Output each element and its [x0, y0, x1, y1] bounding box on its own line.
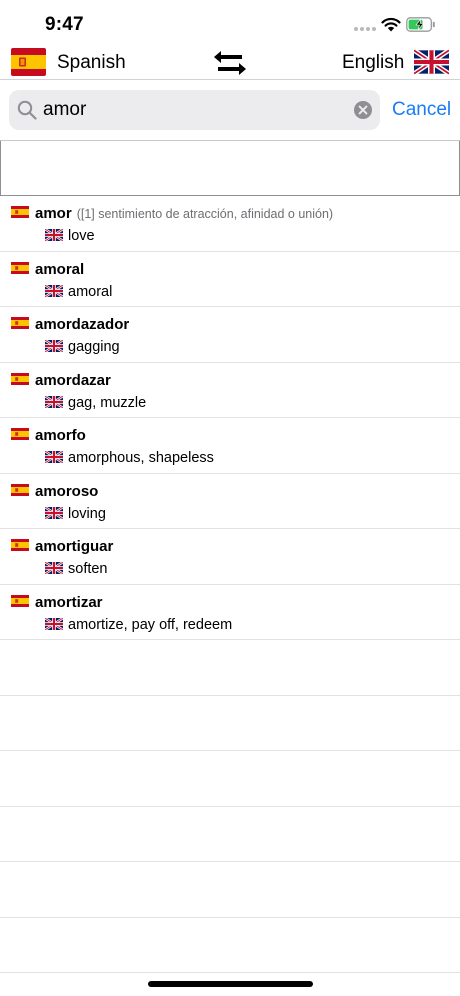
translation-text: amortize, pay off, redeem	[68, 616, 233, 633]
empty-row	[0, 807, 460, 862]
term-note: ([1] sentimiento de atracción, afinidad …	[76, 207, 334, 221]
translation-text: loving	[68, 505, 106, 522]
uk-flag-icon	[45, 340, 63, 352]
list-item[interactable]: amoral amoral	[0, 252, 460, 307]
spain-flag-icon	[11, 372, 29, 385]
uk-flag-icon	[45, 617, 63, 630]
list-item[interactable]: amordazar gag, muzzle	[0, 363, 460, 418]
uk-flag-icon	[45, 229, 63, 241]
translation-text: amoral	[68, 283, 113, 300]
translation-text: gag, muzzle	[68, 394, 147, 411]
empty-row	[0, 862, 460, 918]
list-item[interactable]: amordazador gagging	[0, 307, 460, 363]
list-item[interactable]: amorfo amorphous, shapeless	[0, 418, 460, 474]
empty-row	[0, 640, 460, 696]
search-field[interactable]	[9, 90, 380, 130]
results-list: amor ([1] sentimiento de atracción, afini…	[0, 196, 460, 973]
status-time: 9:47	[45, 14, 84, 35]
source-language-label[interactable]: Spanish	[57, 52, 126, 74]
term-text: amordazador	[35, 316, 130, 333]
home-indicator[interactable]	[148, 981, 313, 987]
cellular-signal-icon	[354, 27, 378, 33]
term-text: amortiguar	[35, 538, 114, 555]
term-text: amordazar	[35, 371, 111, 389]
spain-flag-icon	[11, 428, 29, 440]
term-text: amoral	[35, 260, 85, 278]
spain-flag-icon[interactable]	[11, 48, 46, 76]
status-bar: 9:47	[0, 0, 460, 46]
language-bar: Spanish English	[0, 46, 460, 80]
empty-row	[0, 696, 460, 751]
search-input[interactable]	[43, 95, 343, 125]
translation-text: gagging	[68, 339, 120, 355]
spain-flag-icon	[11, 261, 29, 274]
banner-placeholder	[0, 141, 460, 196]
spain-flag-icon	[11, 539, 29, 551]
spain-flag-icon	[11, 317, 29, 329]
empty-row	[0, 751, 460, 807]
translation-text: love	[68, 228, 95, 244]
list-item[interactable]: amortiguar soften	[0, 529, 460, 585]
clear-x-circle-icon[interactable]	[354, 101, 372, 119]
spain-flag-icon	[11, 594, 29, 607]
magnifier-icon	[17, 100, 37, 120]
uk-flag-icon	[45, 451, 63, 463]
battery-charging-icon	[406, 17, 435, 32]
uk-flag-icon[interactable]	[414, 48, 449, 76]
translation-text: soften	[68, 561, 108, 577]
spain-flag-icon	[11, 483, 29, 496]
term-text: amorfo	[35, 427, 86, 444]
term-text: amor ([1] sentimiento de atracción, afini…	[35, 205, 334, 222]
spain-flag-icon	[11, 206, 29, 218]
list-item[interactable]: amor ([1] sentimiento de atracción, afini…	[0, 196, 460, 252]
cancel-button[interactable]: Cancel	[392, 99, 451, 121]
uk-flag-icon	[45, 562, 63, 574]
wifi-icon	[381, 17, 401, 32]
empty-row	[0, 918, 460, 973]
term-text: amoroso	[35, 482, 99, 500]
uk-flag-icon	[45, 506, 63, 519]
term-text: amortizar	[35, 593, 103, 611]
search-bar: Cancel	[0, 81, 460, 141]
translation-text: amorphous, shapeless	[68, 450, 214, 466]
swap-arrows-icon[interactable]	[212, 50, 248, 76]
uk-flag-icon	[45, 395, 63, 408]
uk-flag-icon	[45, 284, 63, 297]
list-item[interactable]: amoroso loving	[0, 474, 460, 529]
target-language-label[interactable]: English	[342, 52, 404, 74]
list-item[interactable]: amortizar amortize, pay off, redeem	[0, 585, 460, 640]
